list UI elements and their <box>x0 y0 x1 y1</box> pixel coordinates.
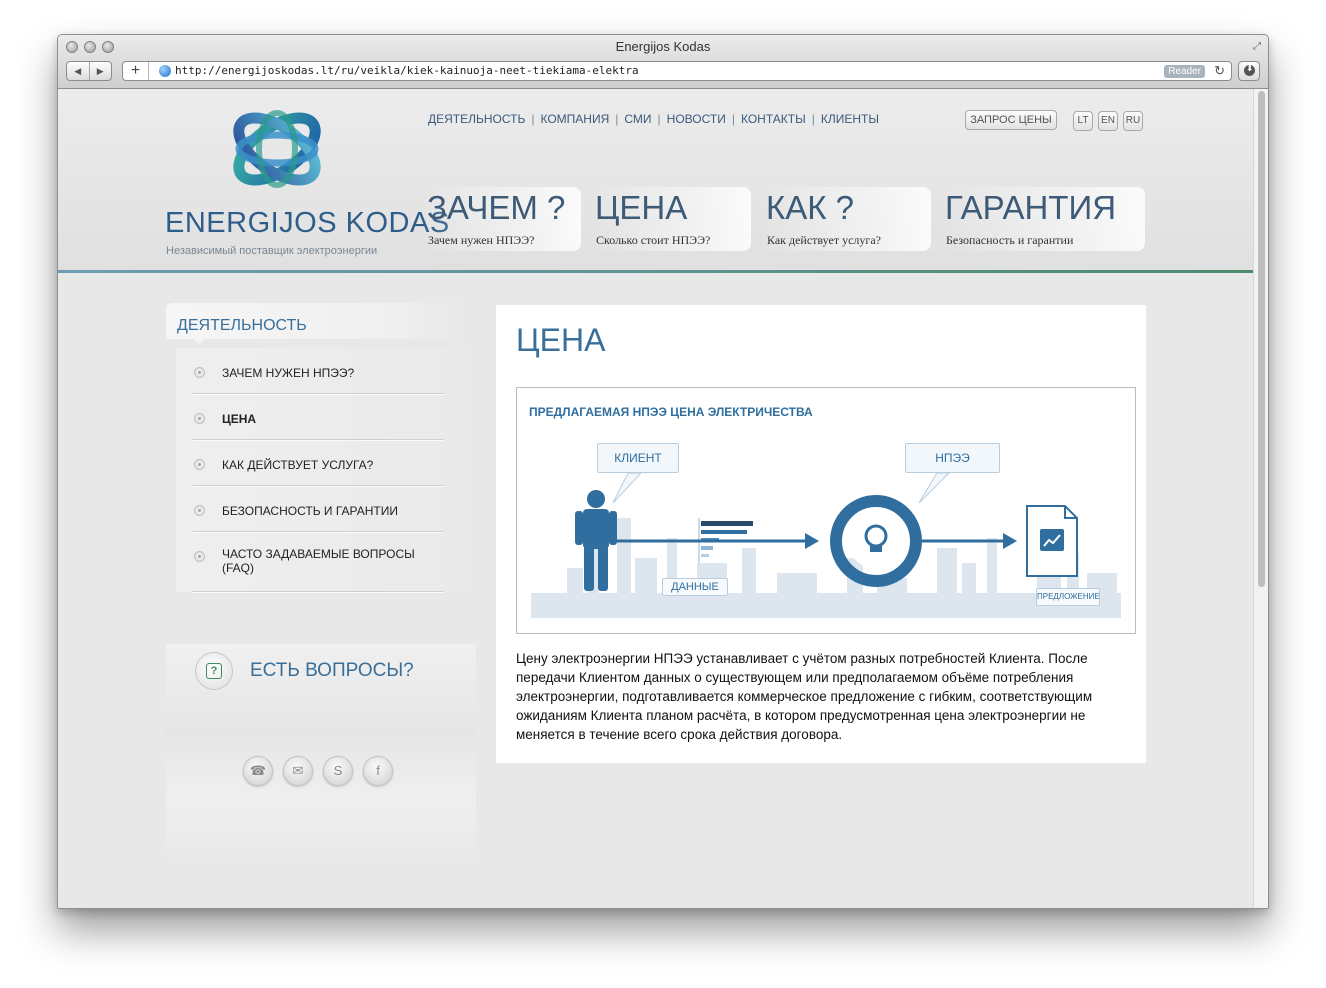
bullet-icon <box>194 505 205 516</box>
sidebar-item-label: ЦЕНА <box>222 412 257 426</box>
client-bubble: КЛИЕНТ <box>597 443 679 473</box>
scrollbar[interactable] <box>1253 89 1268 908</box>
tab-price-title: ЦЕНА <box>595 189 688 226</box>
brand-name: ENERGIJOS KODAS <box>165 207 450 239</box>
scrollbar-thumb[interactable] <box>1258 91 1265 587</box>
back-icon[interactable]: ◀ <box>67 62 90 80</box>
page-title: ЦЕНА <box>516 322 606 358</box>
nav-media[interactable]: СМИ <box>624 112 651 126</box>
nav-separator: | <box>531 112 535 126</box>
tab-why-title: ЗАЧЕМ ? <box>427 189 566 226</box>
tab-why-subtitle: Зачем нужен НПЭЭ? <box>428 233 535 247</box>
title-bar: Energijos Kodas ⤢ ◀ ▶ + http://energijos… <box>58 35 1268 89</box>
questions-box: ? ЕСТЬ ВОПРОСЫ? ☎ ✉ S f <box>166 644 476 864</box>
feature-tabs: ЗАЧЕМ ? Зачем нужен НПЭЭ? ЦЕНА Сколько с… <box>421 187 1145 251</box>
sidebar-title: ДЕЯТЕЛЬНОСТЬ <box>166 303 468 345</box>
brand-tagline: Независимый поставщик электроэнергии <box>166 245 378 257</box>
nav-separator: | <box>811 112 815 126</box>
sidebar-item-how[interactable]: КАК ДЕЙСТВУЕТ УСЛУГА? <box>192 440 444 486</box>
sidebar-item-label: БЕЗОПАСНОСТЬ И ГАРАНТИИ <box>222 504 399 518</box>
lang-en-button[interactable]: EN <box>1098 111 1118 131</box>
logo-mark-icon <box>233 110 321 188</box>
request-price-button[interactable]: ЗАПРОС ЦЕНЫ <box>965 110 1057 130</box>
downloads-button[interactable] <box>1238 61 1260 81</box>
nav-separator: | <box>657 112 661 126</box>
bubble-tail <box>918 472 951 504</box>
globe-icon <box>159 65 171 77</box>
sidebar-item-label: КАК ДЕЙСТВУЕТ УСЛУГА? <box>222 458 374 472</box>
tab-how-subtitle: Как действует услуга? <box>767 233 881 247</box>
sidebar-item-faq[interactable]: ЧАСТО ЗАДАВАЕМЫЕ ВОПРОСЫ (FAQ) <box>192 532 444 592</box>
nav-separator: | <box>731 112 735 126</box>
tab-guarantee[interactable]: ГАРАНТИЯ Безопасность и гарантии <box>939 187 1145 251</box>
lang-ru-button[interactable]: RU <box>1123 111 1143 131</box>
skype-icon[interactable]: S <box>323 756 353 786</box>
history-nav: ◀ ▶ <box>66 61 112 81</box>
nav-company[interactable]: КОМПАНИЯ <box>540 112 609 126</box>
forward-icon[interactable]: ▶ <box>90 62 112 80</box>
browser-window: Energijos Kodas ⤢ ◀ ▶ + http://energijos… <box>57 34 1269 909</box>
nav-news[interactable]: НОВОСТИ <box>667 112 726 126</box>
sidebar-item-price[interactable]: ЦЕНА <box>192 394 444 440</box>
sidebar-item-label: ЗАЧЕМ НУЖЕН НПЭЭ? <box>222 366 355 380</box>
add-bookmark-icon[interactable]: + <box>123 62 149 80</box>
top-navigation: ДЕЯТЕЛЬНОСТЬ | КОМПАНИЯ | СМИ | НОВОСТИ … <box>428 112 879 126</box>
sidebar-item-label: ЧАСТО ЗАДАВАЕМЫЕ ВОПРОСЫ (FAQ) <box>222 547 415 575</box>
offer-document-icon <box>1026 505 1078 577</box>
questions-title: ЕСТЬ ВОПРОСЫ? <box>250 660 414 681</box>
sidebar-title-text: ДЕЯТЕЛЬНОСТЬ <box>177 317 307 334</box>
nav-contacts[interactable]: КОНТАКТЫ <box>741 112 806 126</box>
lang-lt-button[interactable]: LT <box>1073 111 1093 131</box>
data-tag: ДАННЫЕ <box>662 578 728 596</box>
bullet-icon <box>194 551 205 562</box>
tab-how[interactable]: КАК ? Как действует услуга? <box>760 187 931 251</box>
price-description: Цену электроэнергии НПЭЭ устанавливает с… <box>516 651 1093 742</box>
bubble-tail <box>612 472 643 504</box>
nav-activity[interactable]: ДЕЯТЕЛЬНОСТЬ <box>428 112 525 126</box>
mail-icon[interactable]: ✉ <box>283 756 313 786</box>
main-content: ЦЕНА ПРЕДЛАГАЕМАЯ НПЭЭ ЦЕНА ЭЛЕКТРИЧЕСТВ… <box>496 305 1146 763</box>
sidebar-pointer <box>194 339 204 345</box>
offer-tag: ПРЕДЛОЖЕНИЕ <box>1036 588 1100 606</box>
supplier-bubble: НПЭЭ <box>905 443 1000 473</box>
site-logo[interactable]: ENERGIJOS KODAS Независимый поставщик эл… <box>163 101 449 257</box>
site-header: ENERGIJOS KODAS Независимый поставщик эл… <box>58 89 1255 272</box>
phone-icon[interactable]: ☎ <box>243 756 273 786</box>
window-title: Energijos Kodas <box>615 39 711 54</box>
arrow-head-icon <box>805 533 819 549</box>
reader-button[interactable]: Reader <box>1164 65 1205 78</box>
arrow-head-icon <box>1003 533 1017 549</box>
facebook-icon[interactable]: f <box>363 756 393 786</box>
sidebar-item-why[interactable]: ЗАЧЕМ НУЖЕН НПЭЭ? <box>192 348 444 394</box>
reload-icon[interactable]: ↻ <box>1214 63 1225 79</box>
tab-guarantee-subtitle: Безопасность и гарантии <box>946 233 1074 247</box>
tab-why[interactable]: ЗАЧЕМ ? Зачем нужен НПЭЭ? <box>421 187 581 251</box>
tab-guarantee-title: ГАРАНТИЯ <box>945 189 1117 226</box>
url-text[interactable]: http://energijoskodas.lt/ru/veikla/kiek-… <box>175 64 639 77</box>
tab-price[interactable]: ЦЕНА Сколько стоит НПЭЭ? <box>589 187 751 251</box>
nav-clients[interactable]: КЛИЕНТЫ <box>821 112 879 126</box>
sidebar-menu: ЗАЧЕМ НУЖЕН НПЭЭ? ЦЕНА КАК ДЕЙСТВУЕТ УСЛ… <box>176 348 468 592</box>
bullet-icon <box>194 367 205 378</box>
nav-separator: | <box>615 112 619 126</box>
supplier-bulb-icon <box>830 495 922 587</box>
diagram-title: ПРЕДЛАГАЕМАЯ НПЭЭ ЦЕНА ЭЛЕКТРИЧЕСТВА <box>529 405 813 419</box>
address-bar[interactable]: + http://energijoskodas.lt/ru/veikla/kie… <box>122 61 1232 81</box>
bullet-icon <box>194 459 205 470</box>
header-divider <box>58 270 1255 273</box>
bullet-icon <box>194 413 205 424</box>
tab-how-title: КАК ? <box>766 189 854 226</box>
sidebar-item-security[interactable]: БЕЗОПАСНОСТЬ И ГАРАНТИИ <box>192 486 444 532</box>
page-viewport: ENERGIJOS KODAS Независимый поставщик эл… <box>58 89 1255 908</box>
question-icon: ? <box>195 652 233 690</box>
tab-price-subtitle: Сколько стоит НПЭЭ? <box>596 233 711 247</box>
fullscreen-icon[interactable]: ⤢ <box>1253 41 1261 52</box>
price-diagram: ПРЕДЛАГАЕМАЯ НПЭЭ ЦЕНА ЭЛЕКТРИЧЕСТВА КЛИ… <box>516 387 1136 634</box>
